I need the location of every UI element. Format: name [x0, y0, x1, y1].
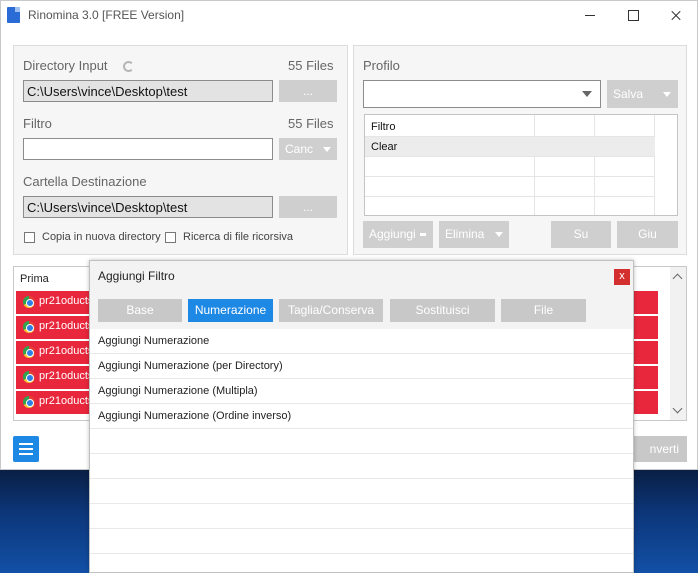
tab-taglia-conserva[interactable]: Taglia/Conserva	[279, 299, 383, 322]
elimina-label: Elimina	[445, 227, 485, 241]
file-name: pr21oducts	[39, 345, 94, 357]
tab-base[interactable]: Base	[98, 299, 182, 322]
salva-button[interactable]: Salva	[607, 80, 678, 108]
destination-label: Cartella Destinazione	[23, 174, 147, 189]
chrome-icon	[23, 321, 35, 333]
aggiungi-button[interactable]: Aggiungi	[363, 221, 433, 248]
aggiungi-label: Aggiungi	[369, 227, 416, 241]
chevron-down-icon	[582, 91, 592, 97]
profile-panel: Profilo Salva Filtro Clear Aggiungi Elim…	[353, 45, 687, 255]
dialog-header: Aggiungi Filtro x	[90, 261, 633, 291]
dialog-title: Aggiungi Filtro	[98, 269, 175, 283]
add-filter-dialog: Aggiungi Filtro x Base Numerazione Tagli…	[89, 260, 634, 573]
filtro-count: 55 Files	[288, 116, 334, 131]
chevron-down-icon	[323, 147, 331, 152]
window-title: Rinomina 3.0 [FREE Version]	[28, 8, 185, 22]
browse-input-button[interactable]: ...	[279, 80, 337, 102]
recursive-label: Ricerca di file ricorsiva	[183, 231, 294, 243]
option-numerazione-per-directory[interactable]: Aggiungi Numerazione (per Directory)	[90, 354, 633, 379]
recursive-checkbox[interactable]	[165, 232, 176, 243]
giu-button[interactable]: Giu	[617, 221, 678, 248]
dialog-close-button[interactable]: x	[614, 269, 630, 285]
chevron-down-icon	[663, 92, 671, 97]
list-item	[90, 479, 633, 504]
su-button[interactable]: Su	[551, 221, 611, 248]
refresh-icon[interactable]	[123, 61, 134, 72]
copy-new-dir-checkbox[interactable]	[24, 232, 35, 243]
title-bar: Rinomina 3.0 [FREE Version]	[1, 1, 697, 29]
file-name: pr21oducts	[39, 395, 94, 407]
tab-file[interactable]: File	[501, 299, 586, 322]
grid-row-clear[interactable]: Clear	[365, 137, 655, 157]
chevron-up-icon[interactable]	[672, 273, 683, 284]
chrome-icon	[23, 346, 35, 358]
chrome-icon	[23, 371, 35, 383]
menu-icon	[19, 443, 33, 445]
hamburger-menu-button[interactable]	[13, 436, 39, 462]
filtro-field[interactable]	[23, 138, 273, 160]
option-numerazione-multipla[interactable]: Aggiungi Numerazione (Multipla)	[90, 379, 633, 404]
option-aggiungi-numerazione[interactable]: Aggiungi Numerazione	[90, 329, 633, 354]
list-item	[90, 454, 633, 479]
file-name: pr21oducts	[39, 320, 94, 332]
collapse-icon	[420, 233, 426, 236]
grid-row-empty	[365, 157, 655, 177]
chevron-down-icon	[495, 232, 503, 237]
canc-label: Canc	[285, 142, 314, 156]
chrome-icon	[23, 296, 35, 308]
list-item	[90, 429, 633, 454]
file-name: pr21oducts	[39, 295, 94, 307]
chrome-icon	[23, 396, 35, 408]
copy-new-dir-label: Copia in nuova directory	[42, 231, 161, 243]
elimina-button[interactable]: Elimina	[439, 221, 509, 248]
filtro-label: Filtro	[23, 116, 52, 131]
grid-row-empty	[365, 177, 655, 197]
destination-field[interactable]: C:\Users\vince\Desktop\test	[23, 196, 273, 218]
file-name: pr21oducts	[39, 370, 94, 382]
option-numerazione-ordine-inverso[interactable]: Aggiungi Numerazione (Ordine inverso)	[90, 404, 633, 429]
input-panel: Directory Input 55 Files C:\Users\vince\…	[13, 45, 348, 255]
list-item	[90, 529, 633, 554]
directory-input-count: 55 Files	[288, 58, 334, 73]
directory-input-field[interactable]: C:\Users\vince\Desktop\test	[23, 80, 273, 102]
dialog-tabbar: Base Numerazione Taglia/Conserva Sostitu…	[90, 291, 633, 329]
tab-sostituisci[interactable]: Sostituisci	[390, 299, 495, 322]
directory-input-label: Directory Input	[23, 58, 108, 73]
grid-row-filtro[interactable]: Filtro	[365, 117, 655, 137]
vertical-scrollbar[interactable]	[670, 267, 686, 420]
maximize-icon[interactable]	[619, 5, 647, 25]
browse-destination-button[interactable]: ...	[279, 196, 337, 218]
close-icon[interactable]	[662, 5, 690, 25]
profilo-select[interactable]	[363, 80, 601, 108]
grid-row-empty	[365, 197, 655, 217]
column-header-prima[interactable]: Prima	[20, 273, 49, 285]
document-icon	[7, 7, 20, 23]
filter-grid: Filtro Clear	[364, 114, 678, 216]
chevron-down-icon[interactable]	[672, 403, 683, 414]
profilo-label: Profilo	[363, 58, 400, 73]
canc-button[interactable]: Canc	[279, 138, 337, 160]
tab-numerazione[interactable]: Numerazione	[188, 299, 273, 322]
list-item	[90, 504, 633, 529]
salva-label: Salva	[613, 87, 644, 101]
minimize-icon[interactable]	[576, 5, 604, 25]
